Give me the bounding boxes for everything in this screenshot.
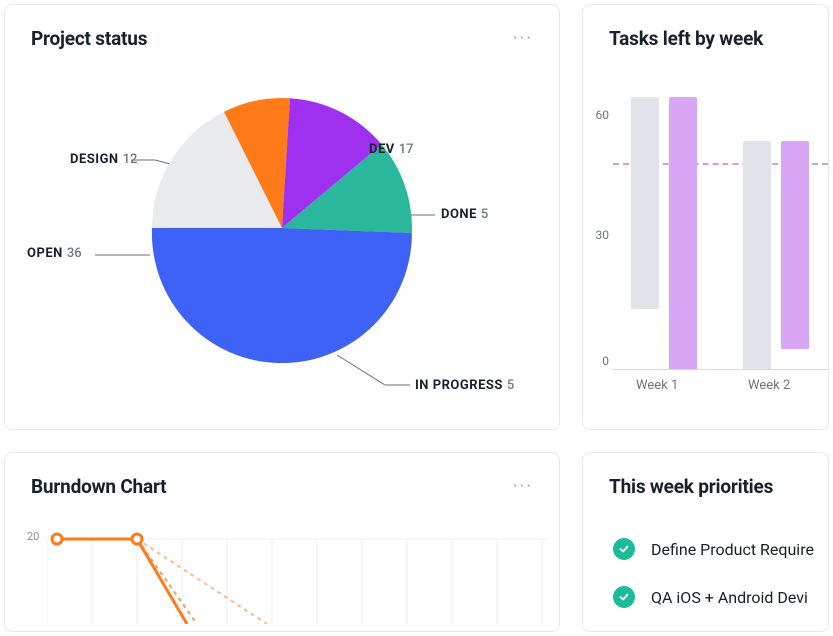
bar-week1-a[interactable] — [631, 97, 659, 309]
burn-point-1[interactable] — [132, 534, 142, 544]
bar-week2-b[interactable] — [781, 141, 809, 349]
priorities-card: This week priorities Define Product Requ… — [582, 452, 829, 632]
label-dev: DEV17 — [369, 142, 414, 157]
card-header: This week priorities — [583, 453, 828, 498]
card-header: Burndown Chart ··· — [5, 453, 559, 508]
x-label-week2: Week 2 — [748, 378, 790, 393]
more-icon[interactable]: ··· — [513, 478, 533, 496]
pie-chart-svg — [147, 93, 417, 363]
project-status-title: Project status — [31, 27, 147, 50]
check-circle-icon — [613, 538, 635, 560]
project-status-pie: DESIGN12 OPEN36 DEV17 DONE5 IN PROGRESS5 — [5, 60, 559, 410]
more-icon[interactable]: ··· — [513, 30, 533, 48]
bar-week2-a[interactable] — [743, 141, 771, 369]
priority-item[interactable]: Define Product Require — [613, 538, 828, 560]
priorities-title: This week priorities — [609, 475, 773, 498]
card-header: Tasks left by week — [583, 5, 828, 60]
burndown-card: Burndown Chart ··· 20 — [4, 452, 560, 632]
burndown-title: Burndown Chart — [31, 475, 166, 498]
burn-y-20: 20 — [27, 530, 39, 543]
tasks-left-title: Tasks left by week — [609, 27, 763, 50]
check-circle-icon — [613, 586, 635, 608]
priority-item[interactable]: QA iOS + Android Devi — [613, 586, 828, 608]
bar-week1-b[interactable] — [669, 97, 697, 369]
card-header: Project status ··· — [5, 5, 559, 60]
y-tick-60: 60 — [583, 108, 609, 122]
priority-label: Define Product Require — [651, 540, 814, 559]
project-status-card: Project status ··· — [4, 4, 560, 430]
label-in-progress: IN PROGRESS5 — [415, 378, 514, 393]
priority-label: QA iOS + Android Devi — [651, 588, 808, 607]
x-label-week1: Week 1 — [636, 378, 678, 393]
tasks-left-chart: 0 30 60 Week 1 Week 2 — [583, 70, 828, 430]
slice-in-progress[interactable] — [152, 228, 412, 363]
label-design: DESIGN12 — [70, 152, 137, 167]
label-done: DONE5 — [441, 207, 488, 222]
burndown-chart: 20 — [5, 508, 559, 628]
burn-point-0[interactable] — [52, 534, 62, 544]
bar-group-week2 — [743, 141, 823, 369]
y-tick-0: 0 — [583, 354, 609, 368]
tasks-left-card: Tasks left by week 0 30 60 Week 1 Week — [582, 4, 829, 430]
bar-group-week1 — [631, 97, 711, 369]
y-tick-30: 30 — [583, 228, 609, 242]
label-open: OPEN36 — [27, 246, 82, 261]
priorities-list: Define Product Require QA iOS + Android … — [583, 498, 828, 608]
